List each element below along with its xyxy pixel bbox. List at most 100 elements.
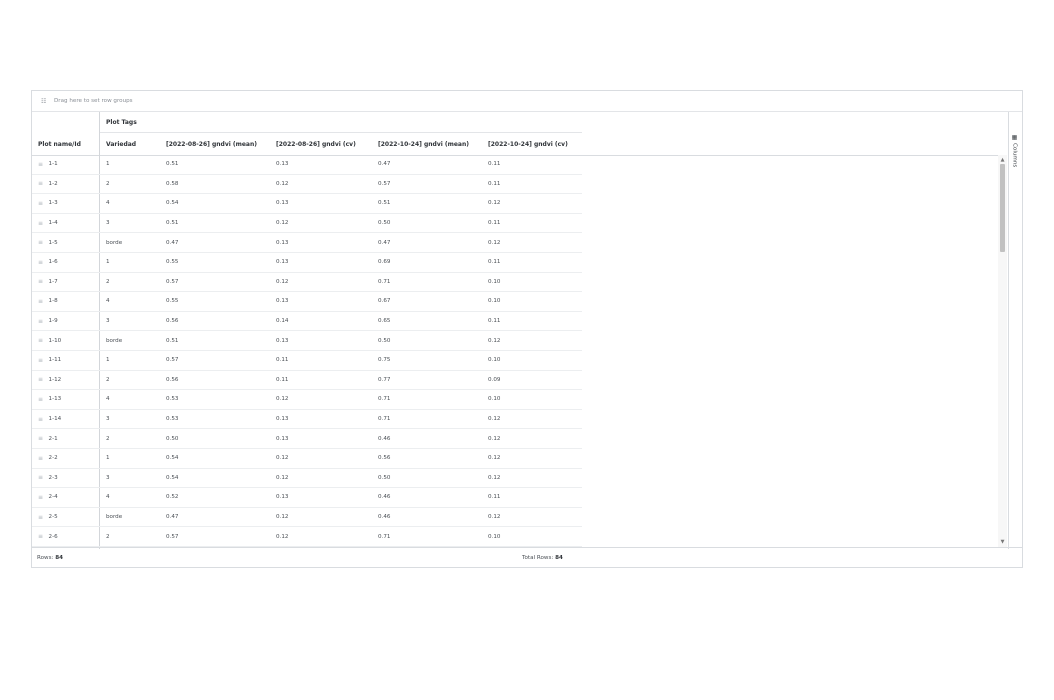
cell-plot-name[interactable]: ≡ 1-6 <box>32 253 100 272</box>
cell-gndvi-cv-1024[interactable]: 0.10 <box>482 390 582 409</box>
header-gndvi-mean-1024[interactable]: [2022-10-24] gndvi (mean) <box>372 133 482 155</box>
cell-plot-name[interactable]: ≡ 1-10 <box>32 331 100 350</box>
cell-gndvi-mean-1024[interactable]: 0.57 <box>372 175 482 194</box>
cell-gndvi-mean-0826[interactable]: 0.50 <box>160 429 270 448</box>
table-row[interactable]: ≡ 1-8 4 0.55 0.13 0.67 0.10 <box>32 292 582 312</box>
cell-gndvi-cv-0826[interactable]: 0.12 <box>270 214 372 233</box>
row-group-drop-zone[interactable]: ☷ Drag here to set row groups <box>32 91 1022 112</box>
drag-handle-icon[interactable]: ≡ <box>38 259 43 266</box>
cell-plot-name[interactable]: ≡ 2-6 <box>32 527 100 546</box>
drag-handle-icon[interactable]: ≡ <box>38 200 43 207</box>
cell-gndvi-mean-0826[interactable]: 0.47 <box>160 233 270 252</box>
table-row[interactable]: ≡ 1-14 3 0.53 0.13 0.71 0.12 <box>32 410 582 430</box>
cell-gndvi-mean-0826[interactable]: 0.51 <box>160 331 270 350</box>
cell-gndvi-mean-1024[interactable]: 0.46 <box>372 488 482 507</box>
drag-handle-icon[interactable]: ≡ <box>38 435 43 442</box>
vertical-scrollbar[interactable]: ▲ ▼ <box>998 155 1007 547</box>
cell-gndvi-cv-0826[interactable]: 0.12 <box>270 390 372 409</box>
table-row[interactable]: ≡ 1-9 3 0.56 0.14 0.65 0.11 <box>32 312 582 332</box>
cell-gndvi-cv-0826[interactable]: 0.12 <box>270 273 372 292</box>
cell-gndvi-cv-1024[interactable]: 0.11 <box>482 214 582 233</box>
cell-variedad[interactable]: 2 <box>100 527 160 546</box>
cell-gndvi-cv-1024[interactable]: 0.11 <box>482 175 582 194</box>
cell-plot-name[interactable]: ≡ 2-1 <box>32 429 100 448</box>
cell-gndvi-cv-1024[interactable]: 0.12 <box>482 410 582 429</box>
cell-gndvi-cv-0826[interactable]: 0.13 <box>270 331 372 350</box>
cell-variedad[interactable]: 1 <box>100 449 160 468</box>
cell-gndvi-cv-0826[interactable]: 0.13 <box>270 194 372 213</box>
header-gndvi-cv-0826[interactable]: [2022-08-26] gndvi (cv) <box>270 133 372 155</box>
cell-gndvi-mean-1024[interactable]: 0.67 <box>372 292 482 311</box>
cell-plot-name[interactable]: ≡ 2-5 <box>32 508 100 527</box>
cell-gndvi-mean-1024[interactable]: 0.71 <box>372 527 482 546</box>
table-row[interactable]: ≡ 1-5 borde 0.47 0.13 0.47 0.12 <box>32 233 582 253</box>
cell-variedad[interactable]: 3 <box>100 469 160 488</box>
cell-gndvi-mean-1024[interactable]: 0.65 <box>372 312 482 331</box>
header-gndvi-mean-0826[interactable]: [2022-08-26] gndvi (mean) <box>160 133 270 155</box>
cell-gndvi-mean-0826[interactable]: 0.55 <box>160 253 270 272</box>
cell-gndvi-cv-1024[interactable]: 0.11 <box>482 488 582 507</box>
table-row[interactable]: ≡ 2-2 1 0.54 0.12 0.56 0.12 <box>32 449 582 469</box>
table-row[interactable]: ≡ 1-7 2 0.57 0.12 0.71 0.10 <box>32 273 582 293</box>
columns-tab[interactable]: ▦ Columns <box>1011 134 1018 167</box>
cell-plot-name[interactable]: ≡ 1-13 <box>32 390 100 409</box>
cell-plot-name[interactable]: ≡ 1-8 <box>32 292 100 311</box>
cell-gndvi-mean-1024[interactable]: 0.50 <box>372 331 482 350</box>
drag-handle-icon[interactable]: ≡ <box>38 318 43 325</box>
cell-gndvi-cv-1024[interactable]: 0.11 <box>482 253 582 272</box>
cell-plot-name[interactable]: ≡ 1-3 <box>32 194 100 213</box>
cell-gndvi-mean-0826[interactable]: 0.56 <box>160 312 270 331</box>
cell-gndvi-cv-1024[interactable]: 0.10 <box>482 292 582 311</box>
cell-gndvi-cv-1024[interactable]: 0.12 <box>482 429 582 448</box>
drag-handle-icon[interactable]: ≡ <box>38 220 43 227</box>
cell-gndvi-cv-0826[interactable]: 0.13 <box>270 292 372 311</box>
cell-gndvi-cv-1024[interactable]: 0.09 <box>482 371 582 390</box>
drag-handle-icon[interactable]: ≡ <box>38 278 43 285</box>
drag-handle-icon[interactable]: ≡ <box>38 416 43 423</box>
cell-gndvi-cv-1024[interactable]: 0.11 <box>482 155 582 174</box>
table-row[interactable]: ≡ 1-6 1 0.55 0.13 0.69 0.11 <box>32 253 582 273</box>
drag-handle-icon[interactable]: ≡ <box>38 161 43 168</box>
scrollbar-thumb[interactable] <box>1000 164 1005 252</box>
cell-gndvi-cv-1024[interactable]: 0.10 <box>482 273 582 292</box>
drag-handle-icon[interactable]: ≡ <box>38 376 43 383</box>
cell-gndvi-mean-0826[interactable]: 0.53 <box>160 390 270 409</box>
cell-gndvi-mean-1024[interactable]: 0.71 <box>372 390 482 409</box>
cell-plot-name[interactable]: ≡ 1-2 <box>32 175 100 194</box>
cell-gndvi-mean-1024[interactable]: 0.71 <box>372 273 482 292</box>
table-row[interactable]: ≡ 2-4 4 0.52 0.13 0.46 0.11 <box>32 488 582 508</box>
cell-gndvi-mean-1024[interactable]: 0.77 <box>372 371 482 390</box>
cell-variedad[interactable]: borde <box>100 331 160 350</box>
cell-gndvi-cv-0826[interactable]: 0.12 <box>270 469 372 488</box>
cell-gndvi-cv-1024[interactable]: 0.12 <box>482 331 582 350</box>
table-row[interactable]: ≡ 1-12 2 0.56 0.11 0.77 0.09 <box>32 371 582 391</box>
cell-plot-name[interactable]: ≡ 2-2 <box>32 449 100 468</box>
cell-plot-name[interactable]: ≡ 1-12 <box>32 371 100 390</box>
cell-gndvi-cv-1024[interactable]: 0.11 <box>482 312 582 331</box>
header-variedad[interactable]: Variedad <box>100 133 160 155</box>
cell-gndvi-mean-1024[interactable]: 0.47 <box>372 155 482 174</box>
table-row[interactable]: ≡ 2-1 2 0.50 0.13 0.46 0.12 <box>32 429 582 449</box>
cell-gndvi-cv-1024[interactable]: 0.10 <box>482 351 582 370</box>
cell-gndvi-cv-0826[interactable]: 0.12 <box>270 508 372 527</box>
header-group-plot-tags[interactable]: Plot Tags <box>100 112 582 133</box>
cell-gndvi-mean-0826[interactable]: 0.58 <box>160 175 270 194</box>
cell-plot-name[interactable]: ≡ 1-5 <box>32 233 100 252</box>
cell-gndvi-mean-0826[interactable]: 0.51 <box>160 155 270 174</box>
table-row[interactable]: ≡ 1-2 2 0.58 0.12 0.57 0.11 <box>32 175 582 195</box>
table-row[interactable]: ≡ 1-1 1 0.51 0.13 0.47 0.11 <box>32 155 582 175</box>
cell-variedad[interactable]: borde <box>100 508 160 527</box>
cell-gndvi-mean-1024[interactable]: 0.50 <box>372 214 482 233</box>
drag-handle-icon[interactable]: ≡ <box>38 494 43 501</box>
cell-plot-name[interactable]: ≡ 1-11 <box>32 351 100 370</box>
header-plot-name[interactable]: Plot name/Id <box>32 133 100 155</box>
cell-gndvi-cv-0826[interactable]: 0.11 <box>270 371 372 390</box>
cell-gndvi-mean-0826[interactable]: 0.47 <box>160 508 270 527</box>
cell-plot-name[interactable]: ≡ 1-4 <box>32 214 100 233</box>
cell-gndvi-mean-0826[interactable]: 0.57 <box>160 273 270 292</box>
cell-variedad[interactable]: 2 <box>100 429 160 448</box>
cell-gndvi-mean-0826[interactable]: 0.56 <box>160 371 270 390</box>
cell-gndvi-cv-1024[interactable]: 0.12 <box>482 233 582 252</box>
cell-gndvi-mean-1024[interactable]: 0.75 <box>372 351 482 370</box>
cell-gndvi-mean-1024[interactable]: 0.56 <box>372 449 482 468</box>
